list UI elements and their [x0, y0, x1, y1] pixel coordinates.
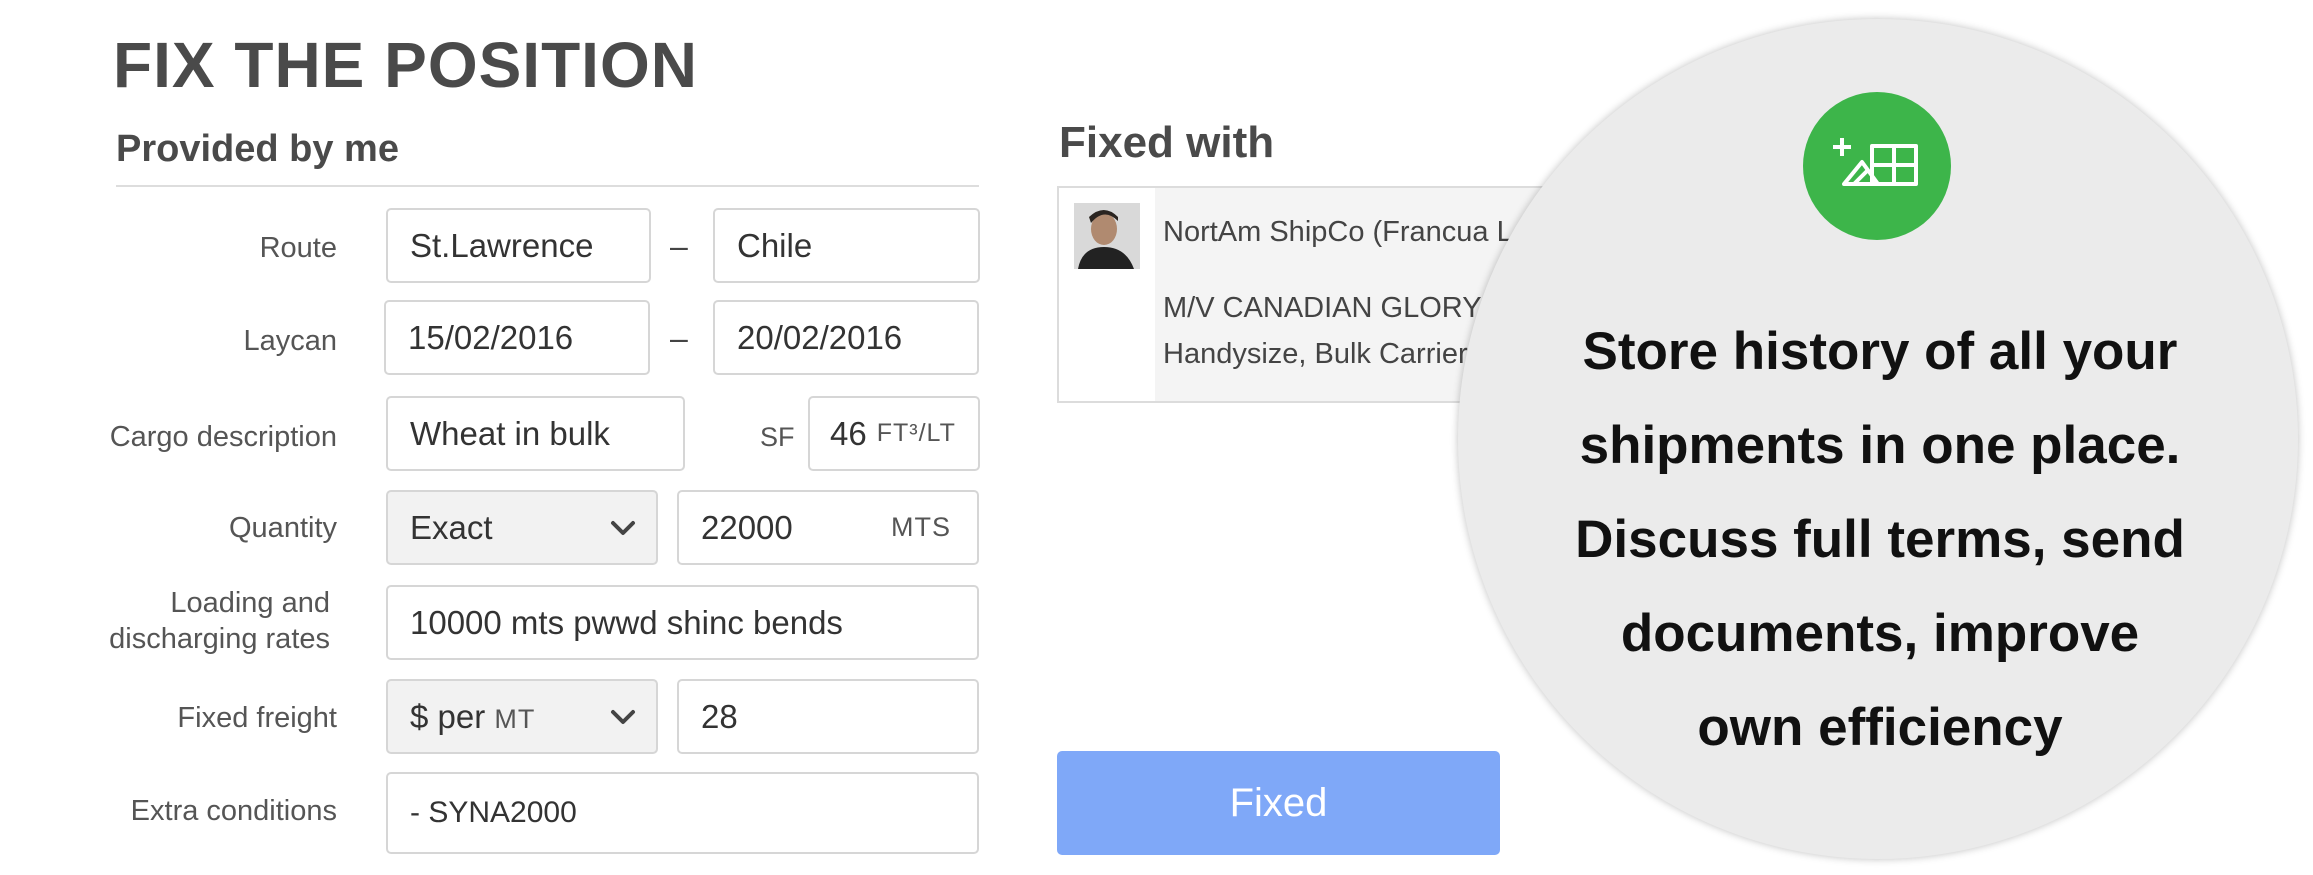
chevron-down-icon	[611, 520, 635, 535]
freight-label: Fixed freight	[177, 702, 337, 734]
page-title: FIX THE POSITION	[113, 29, 698, 101]
section-divider	[116, 185, 979, 187]
promo-badge	[1803, 92, 1951, 240]
route-to-input[interactable]: Chile	[713, 208, 980, 283]
laycan-to-input[interactable]: 20/02/2016	[713, 300, 979, 375]
laycan-separator: –	[670, 320, 688, 356]
sf-unit: FT³/LT	[876, 419, 956, 447]
promo-text: Store history of all your shipments in o…	[1575, 322, 2185, 757]
chevron-down-icon	[611, 709, 635, 724]
vessel-type: Handysize, Bulk Carrier	[1163, 338, 1468, 370]
laycan-from-input[interactable]: 15/02/2016	[384, 300, 650, 375]
quantity-input[interactable]: 22000 MTS	[677, 490, 979, 565]
quantity-unit: MTS	[891, 512, 951, 542]
route-separator: –	[670, 228, 688, 264]
extra-label: Extra conditions	[130, 795, 337, 827]
cargo-label: Cargo description	[109, 421, 337, 453]
rates-label: Loading and discharging rates	[109, 587, 330, 655]
vessel-name: M/V CANADIAN GLORY	[1163, 292, 1482, 324]
sf-input[interactable]: 46 FT³/LT	[808, 396, 980, 471]
freight-unit-select[interactable]: $ per MT	[386, 679, 658, 754]
cargo-description-input[interactable]: Wheat in bulk	[386, 396, 685, 471]
freight-input[interactable]: 28	[677, 679, 979, 754]
laycan-label: Laycan	[243, 325, 337, 357]
fixed-with-title: Fixed with	[1059, 118, 1275, 167]
sf-label: SF	[760, 422, 795, 452]
quantity-label: Quantity	[229, 512, 337, 544]
company-name: NortAm ShipCo (Francua Le	[1163, 216, 1529, 248]
rates-input[interactable]: 10000 mts pwwd shinc bends	[386, 585, 979, 660]
route-label: Route	[259, 232, 337, 264]
quantity-type-select[interactable]: Exact	[386, 490, 658, 565]
avatar	[1074, 203, 1140, 269]
add-grid-icon	[1833, 138, 1918, 186]
fixed-button[interactable]: Fixed	[1057, 751, 1500, 855]
provided-section-title: Provided by me	[116, 128, 399, 170]
route-from-input[interactable]: St.Lawrence	[386, 208, 651, 283]
extra-conditions-input[interactable]: - SYNA2000	[386, 772, 979, 854]
